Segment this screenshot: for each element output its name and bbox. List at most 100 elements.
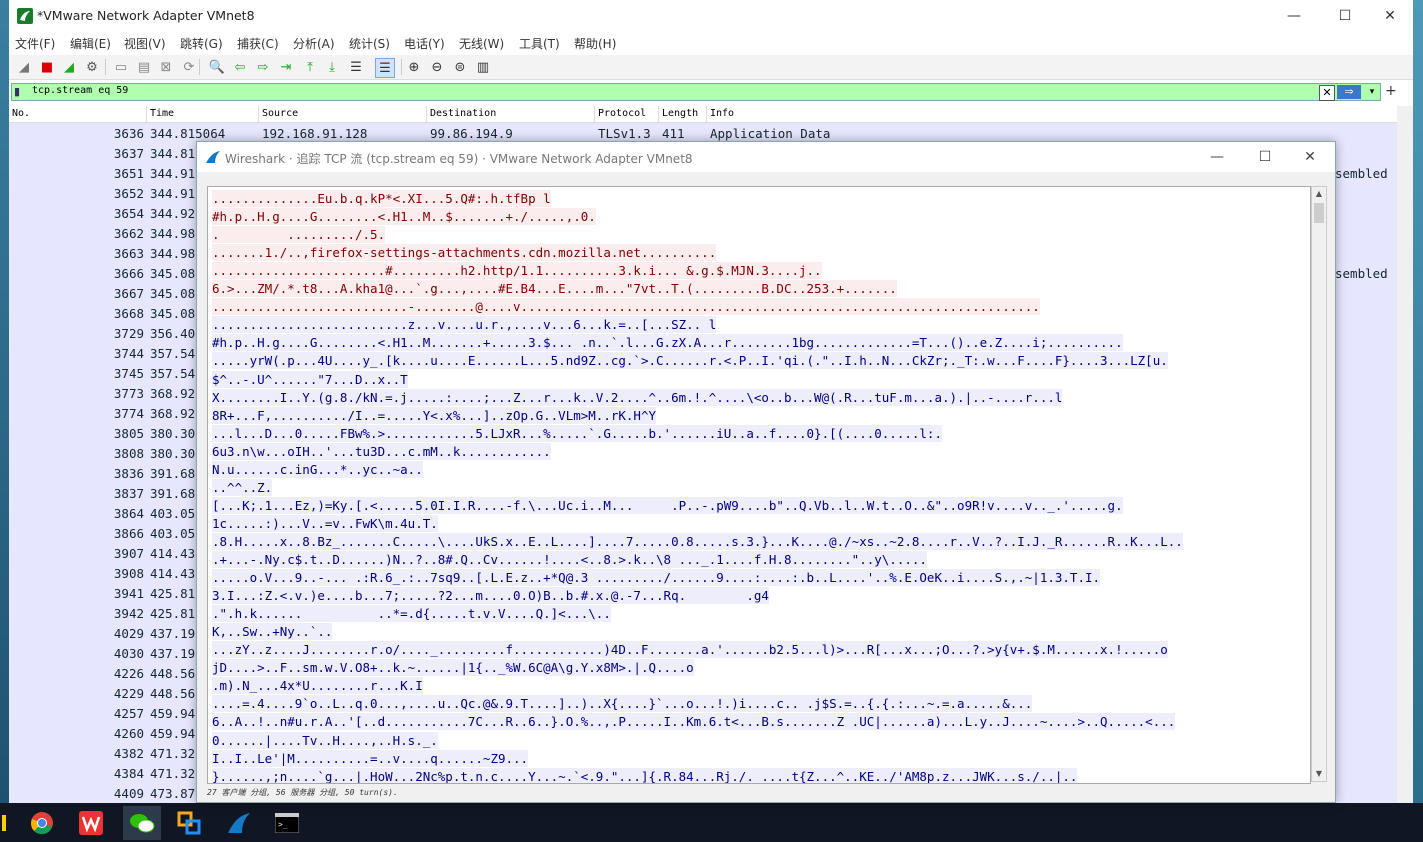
server-line: .m).N_...4x*U........r...K.I bbox=[212, 677, 423, 695]
menu-item-6[interactable]: 统计(S) bbox=[349, 35, 390, 52]
cell-time: 368.92 bbox=[150, 386, 196, 401]
cell-time: 345.08 bbox=[150, 286, 196, 301]
menu-item-3[interactable]: 跳转(G) bbox=[180, 35, 223, 52]
close-button[interactable]: ✕ bbox=[1367, 0, 1413, 32]
cell-no: 3637 bbox=[113, 146, 144, 161]
open-file-icon[interactable]: ▭ bbox=[112, 58, 130, 76]
chrome-icon[interactable] bbox=[25, 806, 59, 840]
cell-no: 3942 bbox=[113, 606, 144, 621]
menu-item-5[interactable]: 分析(A) bbox=[293, 35, 335, 52]
filter-text[interactable]: tcp.stream eq 59 bbox=[32, 85, 128, 96]
menu-item-10[interactable]: 帮助(H) bbox=[574, 35, 616, 52]
cell-time: 344.98 bbox=[150, 226, 196, 241]
scroll-down-icon[interactable]: ▼ bbox=[1312, 767, 1326, 781]
dialog-close-button[interactable]: ✕ bbox=[1287, 142, 1333, 172]
restart-icon[interactable]: ◢ bbox=[60, 58, 78, 76]
menu-item-8[interactable]: 无线(W) bbox=[459, 35, 504, 52]
normal-size-icon[interactable]: ⊜ bbox=[451, 58, 469, 76]
stream-content[interactable]: ..............Eu.b.q.kP*<.XI...5.Q#:.h.t… bbox=[207, 186, 1311, 784]
desktop-background-right bbox=[1413, 0, 1423, 803]
menu-item-0[interactable]: 文件(F) bbox=[15, 35, 55, 52]
dialog-minimize-button[interactable]: — bbox=[1194, 142, 1240, 172]
dialog-maximize-button[interactable]: ☐ bbox=[1242, 142, 1288, 172]
cell-time: 391.68 bbox=[150, 486, 196, 501]
colorize-icon[interactable]: ☰ bbox=[375, 58, 395, 78]
bookmark-icon[interactable]: ▮ bbox=[14, 85, 26, 99]
cell-time: 380.30 bbox=[150, 446, 196, 461]
last-packet-icon[interactable]: ⤓ bbox=[323, 58, 341, 76]
client-line: .......1./..,firefox-settings-attachment… bbox=[212, 244, 717, 262]
filter-history-dropdown[interactable]: ▾ bbox=[1366, 85, 1378, 99]
stream-scrollbar[interactable]: ▲ ▼ bbox=[1311, 186, 1327, 782]
cell-no: 3667 bbox=[113, 286, 144, 301]
cell-time: 403.05 bbox=[150, 506, 196, 521]
terminal-icon[interactable]: >_ bbox=[270, 806, 304, 840]
forward-arrow-icon[interactable]: ⇨ bbox=[254, 58, 272, 76]
wireshark-icon[interactable] bbox=[222, 806, 256, 840]
cell-time: 368.92 bbox=[150, 406, 196, 421]
add-filter-button[interactable]: + bbox=[1385, 83, 1397, 99]
menu-item-4[interactable]: 捕获(C) bbox=[237, 35, 279, 52]
column-header-6[interactable]: Info bbox=[710, 108, 734, 119]
cell-no: 3745 bbox=[113, 366, 144, 381]
reload-icon[interactable]: ⟳ bbox=[180, 58, 198, 76]
server-line: $^..-.U^......"7...D..x..T bbox=[212, 370, 408, 388]
shark-fin-icon[interactable]: ◢ bbox=[15, 58, 33, 76]
column-header-4[interactable]: Protocol bbox=[598, 108, 646, 119]
svg-text:>_: >_ bbox=[278, 820, 288, 829]
cell-no: 3941 bbox=[113, 586, 144, 601]
table-row[interactable]: 3636 344.815064 192.168.91.128 99.86.194.9 T… bbox=[9, 123, 1397, 143]
display-filter-input[interactable]: ▮ tcp.stream eq 59 ✕ ⇒ ▾ bbox=[11, 83, 1381, 101]
cell-protocol: TLSv1.3 bbox=[598, 126, 651, 141]
cell-time: 448.56 bbox=[150, 686, 196, 701]
autoscroll-icon[interactable]: ☰ bbox=[347, 58, 365, 76]
cell-time: 403.05 bbox=[150, 526, 196, 541]
minimize-button[interactable]: — bbox=[1271, 0, 1317, 32]
client-line: 6.>...ZM/.*.t8...A.kha1@...`.g...,....#E… bbox=[212, 280, 897, 298]
stop-icon[interactable]: ■ bbox=[38, 58, 56, 76]
cell-no: 4030 bbox=[113, 646, 144, 661]
menu-item-7[interactable]: 电话(Y) bbox=[404, 35, 445, 52]
menu-item-2[interactable]: 视图(V) bbox=[124, 35, 166, 52]
find-icon[interactable]: 🔍 bbox=[208, 58, 226, 76]
scroll-thumb[interactable] bbox=[1314, 203, 1324, 223]
close-file-icon[interactable]: ⊠ bbox=[157, 58, 175, 76]
goto-packet-icon[interactable]: ⇥ bbox=[277, 58, 295, 76]
server-line: .8.H.....x..8.Bz_.......C.....\....UkS.x… bbox=[212, 532, 1183, 550]
clear-filter-button[interactable]: ✕ bbox=[1319, 85, 1335, 101]
cell-no: 3666 bbox=[113, 266, 144, 281]
app-icon[interactable] bbox=[172, 806, 206, 840]
cell-no: 3744 bbox=[113, 346, 144, 361]
server-line: ...zY..z....J........r.o/...._.........f… bbox=[212, 641, 1168, 659]
zoom-in-icon[interactable]: ⊕ bbox=[405, 58, 423, 76]
options-gear-icon[interactable]: ⚙ bbox=[83, 58, 101, 76]
column-header-0[interactable]: No. bbox=[12, 108, 30, 119]
menu-item-9[interactable]: 工具(T) bbox=[519, 35, 560, 52]
server-line: 6..A..!..n#u.r.A..'[..d...........7C...R… bbox=[212, 713, 1176, 731]
start-icon[interactable] bbox=[0, 806, 8, 840]
cell-time: 356.40 bbox=[150, 326, 196, 341]
column-header-1[interactable]: Time bbox=[150, 108, 174, 119]
wps-icon[interactable] bbox=[74, 806, 108, 840]
zoom-out-icon[interactable]: ⊖ bbox=[428, 58, 446, 76]
first-packet-icon[interactable]: ⤒ bbox=[301, 58, 319, 76]
column-header-2[interactable]: Source bbox=[262, 108, 298, 119]
server-line: 1c.....:)...V..=v..FwK\m.4u.T. bbox=[212, 514, 438, 532]
menu-item-1[interactable]: 编辑(E) bbox=[70, 35, 111, 52]
server-line: 8R+...F,........../I..=.....Y<.x%...]..z… bbox=[212, 406, 657, 424]
wechat-icon[interactable] bbox=[123, 806, 161, 840]
server-line: 0......|....Tv..H....,..H.s._. bbox=[212, 731, 438, 749]
column-header-5[interactable]: Length bbox=[662, 108, 698, 119]
column-header-3[interactable]: Destination bbox=[430, 108, 496, 119]
maximize-button[interactable]: ☐ bbox=[1322, 0, 1368, 32]
cell-time: 459.94 bbox=[150, 726, 196, 741]
apply-filter-button[interactable]: ⇒ bbox=[1337, 85, 1361, 99]
cell-no: 3907 bbox=[113, 546, 144, 561]
display-filter-bar: ▮ tcp.stream eq 59 ✕ ⇒ ▾ + bbox=[9, 81, 1413, 103]
packet-list-scrollbar[interactable] bbox=[1397, 106, 1413, 803]
save-file-icon[interactable]: ▤ bbox=[135, 58, 153, 76]
server-line: .....yrW(.p...4U....y_.[k....u....E.....… bbox=[212, 352, 1168, 370]
back-arrow-icon[interactable]: ⇦ bbox=[231, 58, 249, 76]
scroll-up-icon[interactable]: ▲ bbox=[1312, 187, 1326, 201]
resize-columns-icon[interactable]: ▥ bbox=[474, 58, 492, 76]
